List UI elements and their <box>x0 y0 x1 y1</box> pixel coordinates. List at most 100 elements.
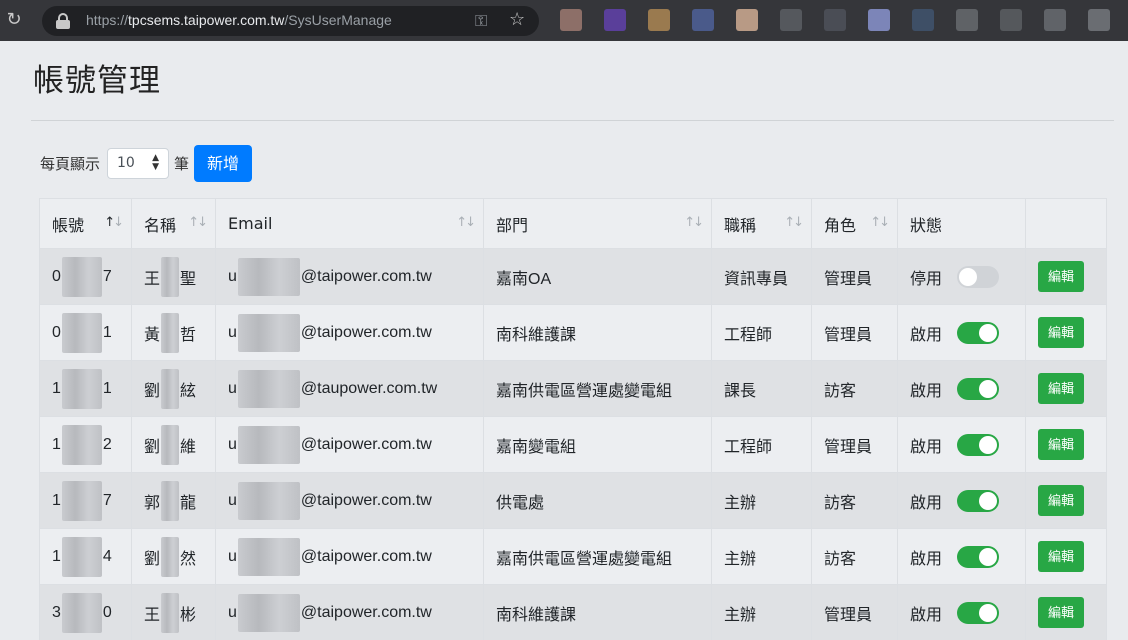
status-text: 啟用 <box>910 550 943 568</box>
email-prefix: u <box>228 267 237 285</box>
reload-icon[interactable]: ↻ <box>4 9 24 31</box>
extension-icon[interactable] <box>560 9 582 31</box>
edit-button[interactable]: 編輯 <box>1038 541 1084 572</box>
redaction-mask <box>61 256 102 297</box>
account-prefix: 1 <box>52 491 61 509</box>
status-toggle[interactable] <box>957 377 999 400</box>
redaction-mask <box>237 425 300 464</box>
address-bar[interactable]: https://tpcsems.taipower.com.tw/SysUserM… <box>42 6 539 36</box>
cell-job-title: 資訊專員 <box>711 248 812 305</box>
cell-email: u @taupower.com.tw <box>215 360 484 417</box>
lock-icon[interactable] <box>56 13 70 29</box>
cell-account: 01 <box>39 304 132 361</box>
column-header-role[interactable]: 角色 ↑↓ <box>811 198 898 249</box>
email-prefix: u <box>228 603 237 621</box>
extension-icon[interactable] <box>1088 9 1110 31</box>
email-domain: @taipower.com.tw <box>300 491 432 509</box>
cell-department: 南科維護課 <box>483 584 712 640</box>
cell-actions: 編輯 <box>1025 248 1107 305</box>
url-path: /SysUserManage <box>284 12 392 28</box>
redaction-mask <box>237 257 300 296</box>
edit-button[interactable]: 編輯 <box>1038 317 1084 348</box>
redaction-mask <box>61 536 102 577</box>
cell-actions: 編輯 <box>1025 528 1107 585</box>
per-page-label: 每頁顯示 <box>40 155 101 173</box>
status-text: 啟用 <box>910 438 943 456</box>
extension-icon[interactable] <box>692 9 714 31</box>
table-row: 3 0 王彬 u @taipower.com.tw 南科維護課 主辦 管理員 啟用 編輯 <box>39 584 1107 640</box>
status-text: 啟用 <box>910 494 943 512</box>
url-text[interactable]: https://tpcsems.taipower.com.tw/SysUserM… <box>86 12 392 28</box>
redaction-mask <box>237 369 300 408</box>
cell-status: 啟用 <box>897 360 1026 417</box>
extension-icon[interactable] <box>868 9 890 31</box>
edit-button[interactable]: 編輯 <box>1038 429 1084 460</box>
edit-button[interactable]: 編輯 <box>1038 373 1084 404</box>
email-prefix: u <box>228 491 237 509</box>
cell-role: 管理員 <box>811 304 898 361</box>
cell-status: 啟用 <box>897 584 1026 640</box>
cell-job-title: 主辦 <box>711 528 812 585</box>
per-page-select[interactable]: 10 ▲ ▼ <box>107 148 169 179</box>
extension-icon[interactable] <box>604 9 626 31</box>
cell-role: 訪客 <box>811 472 898 529</box>
status-toggle[interactable] <box>957 265 999 288</box>
sort-icon: ↑↓ <box>456 215 476 230</box>
cell-department: 嘉南供電區營運處變電組 <box>483 360 712 417</box>
cell-name: 劉絃 <box>131 360 216 417</box>
status-toggle[interactable] <box>957 489 999 512</box>
cell-role: 管理員 <box>811 248 898 305</box>
edit-button[interactable]: 編輯 <box>1038 261 1084 292</box>
per-page-unit: 筆 <box>174 155 190 173</box>
name-prefix: 王 <box>144 606 161 624</box>
table-row: 0 1 黃哲 u @taipower.com.tw 南科維護課 工程師 管理員 啟用 編輯 <box>39 304 1107 361</box>
cell-email: u @taipower.com.tw <box>215 584 484 640</box>
status-toggle[interactable] <box>957 545 999 568</box>
cell-account: 17 <box>39 472 132 529</box>
redaction-mask <box>161 256 180 297</box>
cell-department: 嘉南變電組 <box>483 416 712 473</box>
edit-button[interactable]: 編輯 <box>1038 485 1084 516</box>
add-user-button[interactable]: 新增 <box>194 145 252 182</box>
column-header-department[interactable]: 部門 ↑↓ <box>483 198 712 249</box>
status-toggle[interactable] <box>957 601 999 624</box>
column-header-email[interactable]: Email ↑↓ <box>215 198 484 249</box>
toggle-knob <box>979 379 997 398</box>
column-header-account[interactable]: 帳號 ↑↓ <box>39 198 132 249</box>
toggle-knob <box>979 491 997 510</box>
redaction-mask <box>61 480 102 521</box>
extension-icon[interactable] <box>824 9 846 31</box>
edit-button[interactable]: 編輯 <box>1038 597 1084 628</box>
extension-icon[interactable] <box>956 9 978 31</box>
extension-icon[interactable] <box>1044 9 1066 31</box>
email-domain: @taipower.com.tw <box>300 603 432 621</box>
extension-icon[interactable] <box>1000 9 1022 31</box>
account-suffix: 7 <box>102 267 112 285</box>
redaction-mask <box>161 592 180 633</box>
extension-icon[interactable] <box>780 9 802 31</box>
url-host: tpcsems.taipower.com.tw <box>128 12 285 28</box>
account-suffix: 1 <box>102 379 112 397</box>
cell-name: 王聖 <box>131 248 216 305</box>
status-toggle[interactable] <box>957 433 999 456</box>
cell-email: u @taipower.com.tw <box>215 528 484 585</box>
account-prefix: 3 <box>52 603 61 621</box>
cell-email: u @taipower.com.tw <box>215 248 484 305</box>
extension-icon[interactable] <box>648 9 670 31</box>
cell-email: u @taipower.com.tw <box>215 304 484 361</box>
name-suffix: 維 <box>180 438 197 456</box>
column-header-job-title[interactable]: 職稱 ↑↓ <box>711 198 812 249</box>
key-icon[interactable]: ⚿ <box>475 11 487 31</box>
name-suffix: 彬 <box>180 606 197 624</box>
cell-actions: 編輯 <box>1025 584 1107 640</box>
status-toggle[interactable] <box>957 321 999 344</box>
extension-icon[interactable] <box>912 9 934 31</box>
name-suffix: 然 <box>180 550 197 568</box>
extension-icon[interactable] <box>736 9 758 31</box>
bookmark-star-icon[interactable]: ☆ <box>509 9 525 30</box>
cell-status: 啟用 <box>897 304 1026 361</box>
column-header-name[interactable]: 名稱 ↑↓ <box>131 198 216 249</box>
account-suffix: 4 <box>102 547 112 565</box>
cell-name: 劉然 <box>131 528 216 585</box>
status-text: 停用 <box>910 270 943 288</box>
